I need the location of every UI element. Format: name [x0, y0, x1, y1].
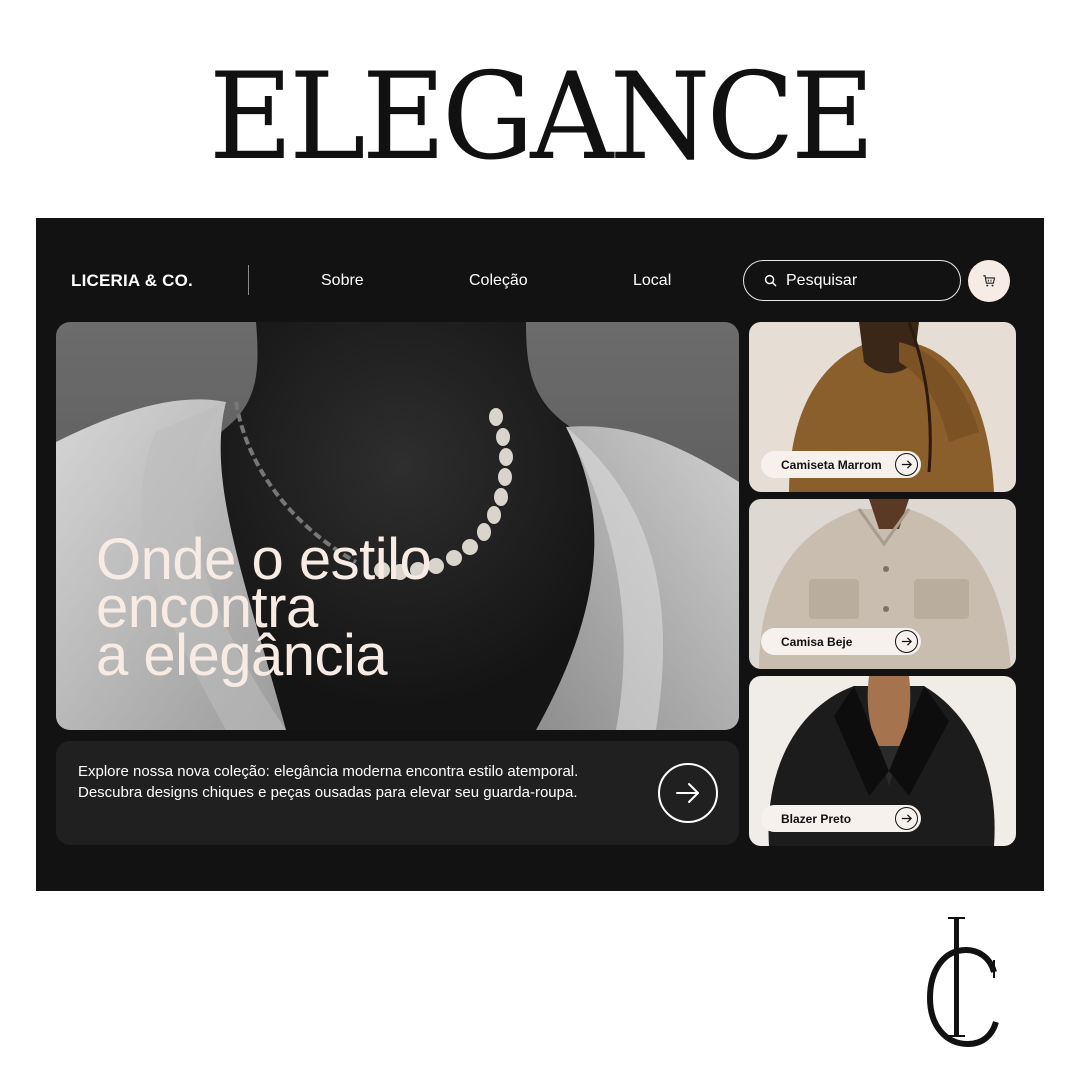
- brand-logo[interactable]: LICERIA & CO.: [71, 271, 193, 291]
- monogram-logo: [926, 917, 999, 1048]
- arrow-right-icon: [895, 453, 918, 476]
- product-card-blazer-preto[interactable]: Blazer Preto: [749, 676, 1016, 846]
- hero-title: Onde o estilo encontra a elegância: [96, 531, 432, 688]
- hero-title-line-3: a elegância: [96, 623, 388, 688]
- search-placeholder: Pesquisar: [786, 271, 858, 289]
- website-mockup: LICERIA & CO. Sobre Coleção Local Pesqui…: [36, 218, 1044, 891]
- cart-button[interactable]: [968, 260, 1010, 302]
- arrow-right-icon: [676, 783, 699, 803]
- collection-description: Explore nossa nova coleção: elegância mo…: [78, 763, 579, 801]
- product-label: Blazer Preto: [781, 811, 852, 826]
- nav-link-sobre[interactable]: Sobre: [321, 272, 364, 290]
- product-tag[interactable]: Camiseta Marrom: [761, 451, 921, 478]
- hero-banner: Onde o estilo encontra a elegância: [56, 322, 739, 730]
- arrow-right-icon: [895, 630, 918, 653]
- product-card-camiseta-marrom[interactable]: Camiseta Marrom: [749, 322, 1016, 492]
- nav-link-local[interactable]: Local: [633, 272, 671, 290]
- search-input[interactable]: Pesquisar: [743, 260, 961, 301]
- collection-description-card: Explore nossa nova coleção: elegância mo…: [56, 741, 739, 845]
- product-tag[interactable]: Blazer Preto: [761, 805, 921, 832]
- explore-button[interactable]: [658, 763, 718, 823]
- page-headline: ELEGANCE: [208, 48, 875, 187]
- product-label: Camisa Beje: [781, 634, 853, 649]
- product-tag[interactable]: Camisa Beje: [761, 628, 921, 655]
- arrow-right-icon: [895, 807, 918, 830]
- search-icon: [764, 274, 777, 287]
- product-label: Camiseta Marrom: [781, 457, 882, 472]
- cart-icon: [983, 275, 996, 287]
- product-card-camisa-beje[interactable]: Camisa Beje: [749, 499, 1016, 669]
- nav-divider: [248, 265, 249, 295]
- nav-link-colecao[interactable]: Coleção: [469, 272, 528, 290]
